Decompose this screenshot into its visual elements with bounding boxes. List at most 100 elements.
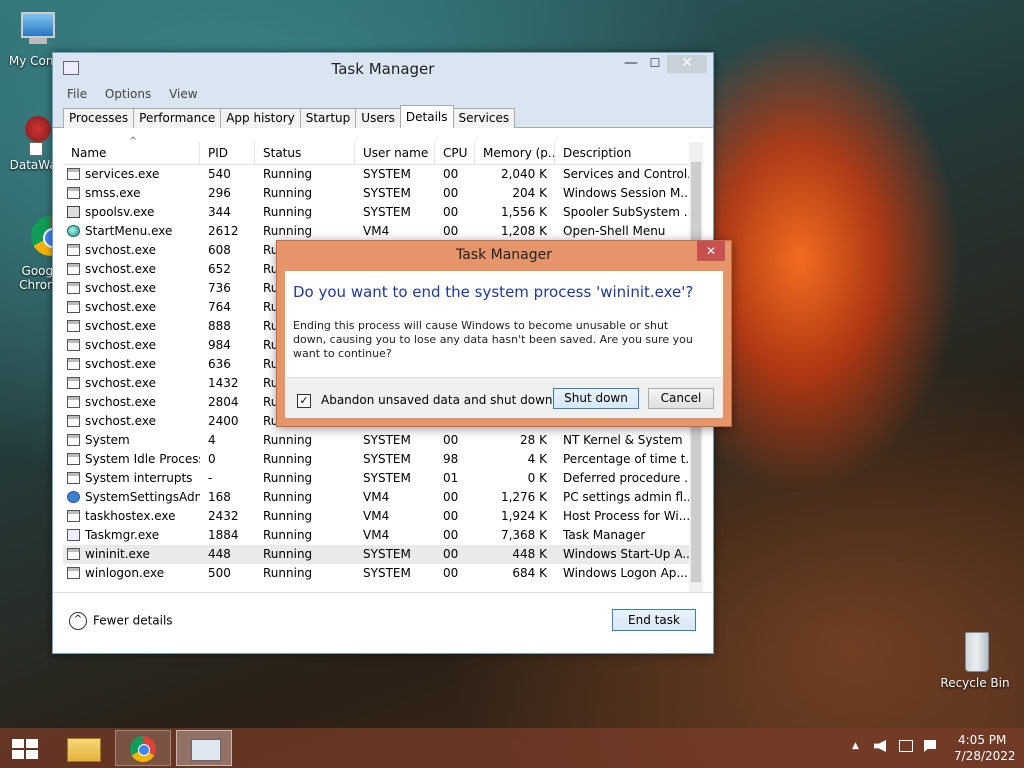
abandon-data-label[interactable]: Abandon unsaved data and shut down.	[321, 393, 556, 407]
cell-mem: 0 K	[527, 471, 547, 485]
dialog-close-button[interactable]: ✕	[697, 241, 725, 261]
column-pid[interactable]: PID	[200, 142, 255, 164]
action-center-icon[interactable]	[924, 740, 936, 752]
desktop-icon-recycle-bin[interactable]: Recycle Bin	[938, 630, 1012, 690]
column-memory[interactable]: Memory (p...	[475, 142, 555, 164]
table-row[interactable]: Taskmgr.exe 1884 Running VM4 00 7,368 K Task M…	[63, 526, 689, 545]
table-row[interactable]: System Idle Process 0 Running SYSTEM 98 4 K Pe…	[63, 450, 689, 469]
column-cpu[interactable]: CPU	[435, 142, 475, 164]
table-row[interactable]: services.exe 540 Running SYSTEM 00 2,040 K Ser…	[63, 165, 689, 184]
cell-mem: 28 K	[520, 433, 547, 447]
clock-date[interactable]: 7/28/2022	[954, 749, 1016, 763]
cell-name: wininit.exe	[85, 547, 150, 561]
table-row[interactable]: smss.exe 296 Running SYSTEM 00 204 K Windows S…	[63, 184, 689, 203]
table-row[interactable]: wininit.exe 448 Running SYSTEM 00 448 K Window…	[63, 545, 689, 564]
cell-name: System Idle Process	[85, 452, 200, 466]
tab-details[interactable]: Details	[399, 105, 454, 128]
tab-startup[interactable]: Startup	[299, 108, 357, 128]
network-icon[interactable]	[899, 740, 913, 752]
menu-file[interactable]: File	[67, 83, 87, 105]
cell-user: SYSTEM	[363, 471, 411, 485]
clock-time[interactable]: 4:05 PM	[958, 733, 1006, 747]
cell-cpu: 00	[443, 433, 459, 447]
cell-name: svchost.exe	[85, 357, 156, 371]
cell-cpu: 98	[443, 452, 459, 466]
column-status[interactable]: Status	[255, 142, 355, 164]
shut-down-button[interactable]: Shut down	[553, 388, 639, 409]
tab-services[interactable]: Services	[452, 108, 516, 128]
cell-pid: 500	[208, 566, 231, 580]
cell-cpu: 00	[443, 490, 459, 504]
table-row[interactable]: winlogon.exe 500 Running SYSTEM 00 684 K Windo…	[63, 564, 689, 583]
table-row[interactable]: taskhostex.exe 2432 Running VM4 00 1,924 K Hos…	[63, 507, 689, 526]
cell-status: Running	[263, 205, 313, 219]
tab-processes[interactable]: Processes	[63, 108, 135, 128]
cell-pid: 608	[208, 243, 231, 257]
cell-cpu: 00	[443, 566, 459, 580]
taskbar-chrome[interactable]	[115, 730, 171, 766]
cell-pid: 652	[208, 262, 231, 276]
maximize-button[interactable]: ☐	[643, 55, 667, 73]
start-button[interactable]	[0, 730, 50, 766]
cell-pid: 636	[208, 357, 231, 371]
cancel-button[interactable]: Cancel	[648, 388, 714, 409]
cell-user: SYSTEM	[363, 433, 411, 447]
cell-desc: Spooler SubSystem ...	[563, 205, 689, 219]
tab-strip: Processes Performance App history Startu…	[53, 105, 713, 128]
cell-name: svchost.exe	[85, 262, 156, 276]
cell-pid: 4	[208, 433, 216, 447]
cell-pid: 296	[208, 186, 231, 200]
cell-name: System interrupts	[85, 471, 193, 485]
cell-status: Running	[263, 186, 313, 200]
fewer-details-toggle[interactable]: ^ Fewer details	[69, 612, 173, 630]
table-row[interactable]: System interrupts - Running SYSTEM 01 0 K Defe…	[63, 469, 689, 488]
menu-view[interactable]: View	[169, 83, 197, 105]
cell-desc: PC settings admin fl...	[563, 490, 689, 504]
cell-name: smss.exe	[85, 186, 141, 200]
cell-cpu: 00	[443, 205, 459, 219]
cell-user: VM4	[363, 224, 390, 238]
table-row[interactable]: SystemSettingsAdmi... 168 Running VM4 00 1,27…	[63, 488, 689, 507]
cell-mem: 204 K	[512, 186, 547, 200]
cell-name: spoolsv.exe	[85, 205, 155, 219]
cell-pid: 2612	[208, 224, 239, 238]
cell-mem: 1,556 K	[500, 205, 547, 219]
cell-pid: 764	[208, 300, 231, 314]
tab-performance[interactable]: Performance	[133, 108, 222, 128]
cell-mem: 684 K	[512, 566, 547, 580]
table-row[interactable]: System 4 Running SYSTEM 00 28 K NT Kernel & Sy…	[63, 431, 689, 450]
close-button[interactable]: ✕	[667, 55, 707, 73]
column-description[interactable]: Description	[555, 142, 689, 164]
table-row[interactable]: spoolsv.exe 344 Running SYSTEM 00 1,556 K Spoo…	[63, 203, 689, 222]
cell-user: SYSTEM	[363, 452, 411, 466]
table-row[interactable]: StartMenu.exe 2612 Running VM4 00 1,208 K Open…	[63, 222, 689, 241]
minimize-button[interactable]: —	[619, 55, 643, 73]
cell-mem: 1,924 K	[500, 509, 547, 523]
title-bar[interactable]: Task Manager — ☐ ✕	[53, 53, 713, 83]
cell-status: Running	[263, 433, 313, 447]
dialog-footer: ✓ Abandon unsaved data and shut down. Sh…	[285, 377, 723, 418]
cell-desc: NT Kernel & System	[563, 433, 683, 447]
menu-bar: File Options View	[53, 83, 713, 105]
abandon-data-checkbox[interactable]: ✓	[297, 394, 311, 408]
taskbar-file-explorer[interactable]	[55, 730, 111, 766]
cell-cpu: 00	[443, 547, 459, 561]
cell-status: Running	[263, 452, 313, 466]
cell-name: svchost.exe	[85, 395, 156, 409]
cell-pid: 448	[208, 547, 231, 561]
cell-name: svchost.exe	[85, 243, 156, 257]
tab-users[interactable]: Users	[355, 108, 401, 128]
cell-name: svchost.exe	[85, 338, 156, 352]
column-user-name[interactable]: User name	[355, 142, 435, 164]
volume-muted-icon[interactable]	[874, 740, 886, 752]
show-hidden-icons-button[interactable]: ▲	[852, 741, 859, 751]
menu-options[interactable]: Options	[105, 83, 151, 105]
tab-app-history[interactable]: App history	[220, 108, 301, 128]
end-task-button[interactable]: End task	[612, 609, 696, 631]
cell-name: System	[85, 433, 130, 447]
cell-pid: 2432	[208, 509, 239, 523]
cell-pid: 2804	[208, 395, 239, 409]
cell-pid: 540	[208, 167, 231, 181]
taskbar-task-manager[interactable]	[176, 730, 232, 766]
computer-icon	[15, 10, 59, 54]
